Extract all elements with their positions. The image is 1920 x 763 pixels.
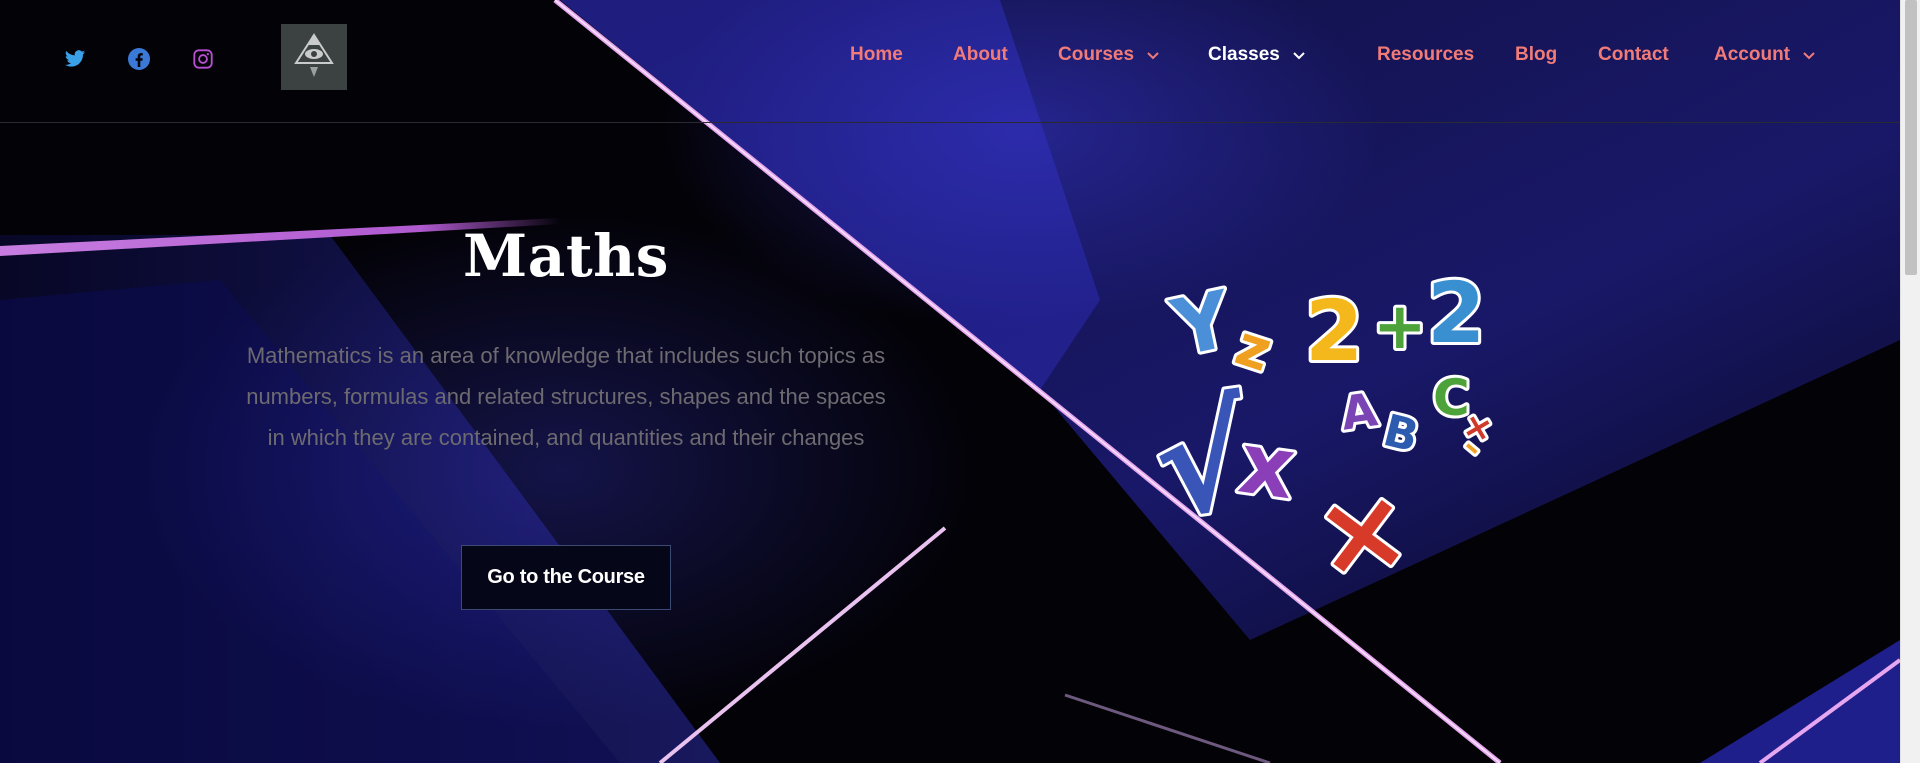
svg-text:2: 2 (1427, 264, 1485, 362)
math-symbols-illustration: Y z 2 + 2 √ x A B C × – × (1145, 261, 1500, 580)
site-header: Home About Courses Classes Resources Blo… (0, 0, 1900, 123)
svg-text:B: B (1378, 405, 1423, 463)
nav-courses[interactable]: Courses (1058, 44, 1160, 66)
svg-text:A: A (1338, 382, 1381, 440)
nav-classes[interactable]: Classes (1208, 44, 1306, 66)
scrollbar-thumb[interactable] (1905, 0, 1917, 275)
svg-text:+: + (1373, 290, 1427, 364)
svg-text:z: z (1228, 313, 1279, 385)
go-to-course-button[interactable]: Go to the Course (461, 545, 671, 610)
chevron-down-icon (1147, 52, 1159, 60)
svg-text:Y: Y (1164, 274, 1240, 374)
svg-text:×: × (1307, 462, 1418, 580)
nav-home-label: Home (850, 44, 903, 65)
nav-account[interactable]: Account (1714, 44, 1816, 66)
site-logo[interactable] (281, 24, 347, 90)
nav-blog-label: Blog (1515, 44, 1558, 65)
eye-pyramid-icon (294, 33, 334, 77)
nav-account-label: Account (1714, 44, 1790, 65)
page-scrollbar[interactable] (1900, 0, 1920, 763)
instagram-icon[interactable] (189, 45, 217, 73)
nav-classes-label: Classes (1208, 44, 1280, 65)
hero-title: Maths (463, 222, 669, 290)
nav-contact-label: Contact (1598, 44, 1669, 65)
chevron-down-icon (1293, 52, 1305, 60)
nav-home[interactable]: Home (850, 44, 903, 66)
nav-blog[interactable]: Blog (1515, 44, 1557, 66)
nav-contact[interactable]: Contact (1598, 44, 1669, 66)
svg-text:C: C (1433, 369, 1470, 427)
svg-text:2: 2 (1305, 282, 1363, 380)
page: Home About Courses Classes Resources Blo… (0, 0, 1900, 763)
nav-about-label: About (953, 44, 1008, 65)
facebook-icon[interactable] (125, 45, 153, 73)
twitter-icon[interactable] (61, 45, 89, 73)
nav-courses-label: Courses (1058, 44, 1135, 65)
nav-resources-label: Resources (1377, 44, 1475, 65)
nav-about[interactable]: About (953, 44, 1008, 66)
hero-description: Mathematics is an area of knowledge that… (246, 343, 886, 450)
chevron-down-icon (1803, 52, 1815, 60)
nav-resources[interactable]: Resources (1377, 44, 1474, 66)
